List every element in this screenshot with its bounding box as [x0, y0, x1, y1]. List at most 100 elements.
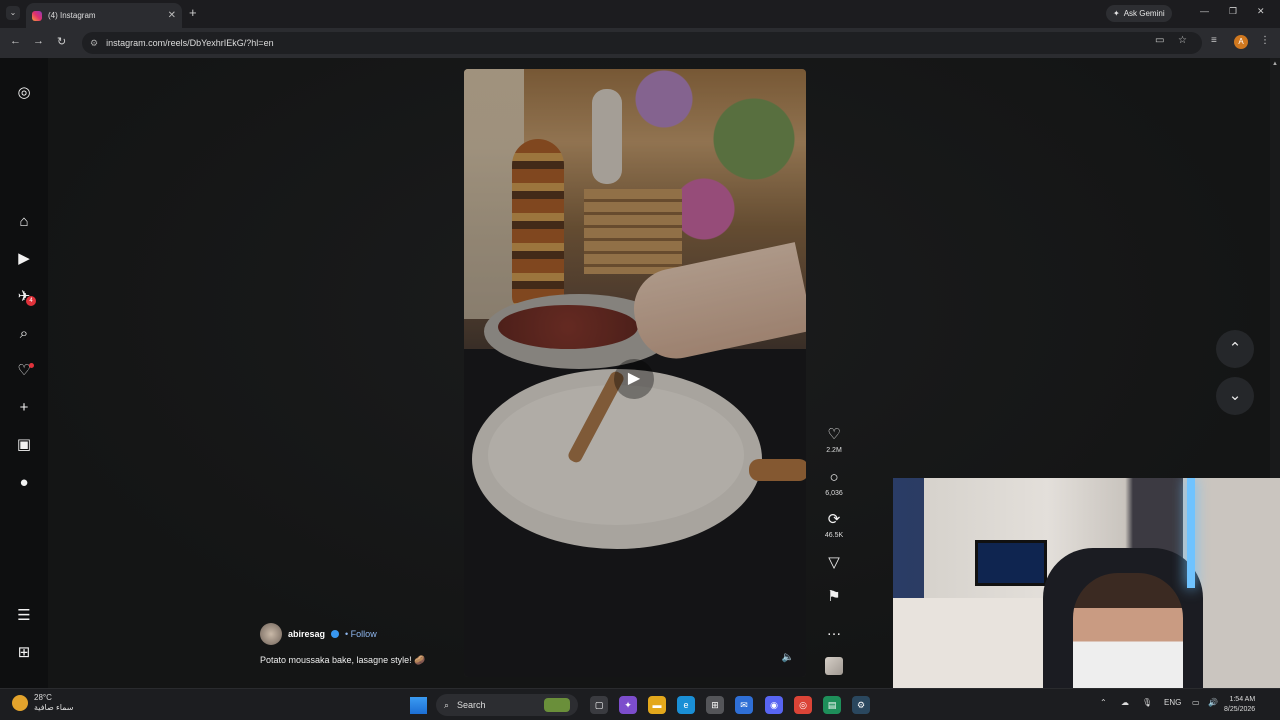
- mail-icon[interactable]: ✉: [735, 696, 753, 714]
- also-from-meta-icon[interactable]: ⊞: [14, 643, 34, 663]
- weather-text: 28°C سماء صافية: [34, 693, 74, 713]
- search-icon[interactable]: ⌕: [14, 324, 34, 344]
- forward-icon[interactable]: →: [33, 35, 44, 47]
- ellipsis-icon: …: [826, 622, 842, 639]
- more-menu-icon[interactable]: ☰: [14, 606, 34, 626]
- webcam-overlay: [893, 478, 1280, 698]
- tab-list-button[interactable]: ⌄: [6, 6, 20, 20]
- author-name[interactable]: abiresag: [288, 629, 325, 639]
- comment-icon: ○: [829, 469, 839, 486]
- weather-moon-icon: [12, 695, 28, 711]
- bookmark-icon: ⚑: [827, 588, 841, 605]
- play-icon[interactable]: ▶: [614, 359, 654, 399]
- webcam-person: [1073, 573, 1183, 698]
- clock-date: 8/25/2026: [1224, 706, 1256, 713]
- more-options-button[interactable]: …: [818, 622, 850, 640]
- window-close-icon[interactable]: ✕: [1257, 6, 1265, 17]
- instagram-favicon-icon: [32, 10, 42, 21]
- audio-thumbnail[interactable]: [825, 657, 843, 675]
- search-icon: ⌕: [444, 699, 450, 710]
- share-button[interactable]: ▽: [818, 554, 850, 572]
- display-icon[interactable]: ▭: [1192, 698, 1200, 707]
- instagram-sidebar: ◎ ⌂ ▶ ✈ 4 ⌕ ♡ + ▣ ● ☰ ⊞: [0, 58, 48, 688]
- url-text: instagram.com/reels/DbYexhrIEkG/?hl=en: [106, 38, 274, 48]
- app-icon[interactable]: ▤: [823, 696, 841, 714]
- instagram-logo-icon[interactable]: ◎: [14, 83, 34, 103]
- activity-dot: [29, 363, 34, 368]
- chrome-icon[interactable]: ◎: [794, 696, 812, 714]
- home-icon[interactable]: ⌂: [14, 212, 34, 232]
- tab-instagram[interactable]: (4) Instagram ✕: [26, 3, 182, 28]
- scroll-up-icon[interactable]: ▲: [1272, 61, 1278, 67]
- ask-gemini-label: Ask Gemini: [1123, 9, 1165, 18]
- weather-widget[interactable]: 28°C سماء صافية: [12, 693, 74, 713]
- task-view-icon[interactable]: ▢: [590, 696, 608, 714]
- reload-icon[interactable]: ↻: [57, 35, 66, 48]
- audio-icon[interactable]: 🔈: [782, 652, 794, 663]
- reel-author: abiresag • Follow: [260, 623, 377, 645]
- back-icon[interactable]: ←: [10, 35, 21, 47]
- tray-overflow-icon[interactable]: ⌃: [1100, 698, 1107, 707]
- comment-button[interactable]: ○ 6,036: [818, 469, 850, 497]
- next-reel-button[interactable]: ⌄: [1216, 377, 1254, 415]
- restore-icon[interactable]: ❐: [1229, 6, 1237, 17]
- address-bar[interactable]: ⚙ instagram.com/reels/DbYexhrIEkG/?hl=en: [82, 32, 1202, 54]
- tab-search-icon[interactable]: ≡: [1211, 35, 1217, 46]
- discord-icon[interactable]: ◉: [765, 696, 783, 714]
- save-button[interactable]: ⚑: [818, 588, 850, 606]
- clock-time: 1:54 AM: [1229, 696, 1256, 703]
- steam-icon[interactable]: ⚙: [852, 696, 870, 714]
- webcam-led-light: [1187, 478, 1195, 588]
- browser-chrome: ⌄ (4) Instagram ✕ + ✦ Ask Gemini — ❐ ✕ ←…: [0, 0, 1280, 58]
- tab-title: (4) Instagram: [48, 11, 96, 20]
- windows-taskbar: 28°C سماء صافية ⌕ Search ▢ ✦ ▬ e ⊞ ✉ ◉ ◎…: [0, 688, 1280, 720]
- weather-description: سماء صافية: [34, 703, 74, 712]
- share-icon: ▽: [828, 554, 840, 571]
- minimize-icon[interactable]: —: [1200, 6, 1209, 16]
- repost-count: 46.5K: [824, 532, 844, 539]
- bookmark-star-icon[interactable]: ☆: [1178, 35, 1187, 46]
- comment-count: 6,036: [825, 490, 843, 497]
- install-app-icon[interactable]: ▭: [1155, 35, 1164, 46]
- taskbar-clock[interactable]: 1:54 AM 8/25/2026: [1224, 695, 1255, 715]
- like-count: 2.2M: [826, 447, 842, 454]
- site-info-icon[interactable]: ⚙: [90, 38, 98, 49]
- repost-button[interactable]: ⟳ 46.5K: [818, 511, 850, 539]
- heart-outline-icon: ♡: [827, 426, 841, 443]
- profile-icon[interactable]: ●: [14, 473, 34, 493]
- reel-video[interactable]: ▶ 🔈: [464, 69, 806, 677]
- microphone-icon[interactable]: 🎙: [1142, 698, 1152, 707]
- create-icon[interactable]: +: [14, 398, 34, 418]
- copilot-icon[interactable]: ✦: [619, 696, 637, 714]
- verified-badge-icon: [331, 630, 340, 638]
- network-icon[interactable]: ☁: [1121, 698, 1129, 707]
- volume-icon[interactable]: 🔊: [1208, 698, 1218, 707]
- taskbar-search-placeholder: Search: [457, 700, 486, 710]
- windows-start-icon[interactable]: [410, 697, 427, 714]
- follow-button[interactable]: • Follow: [345, 629, 377, 639]
- taskbar-search[interactable]: ⌕ Search: [436, 694, 578, 716]
- tab-close-icon[interactable]: ✕: [168, 10, 176, 21]
- temperature: 28°C: [34, 693, 52, 702]
- webcam-tv: [975, 540, 1047, 586]
- repost-icon: ⟳: [827, 511, 841, 528]
- reel-caption[interactable]: Potato moussaka bake, lasagne style! 🥔: [260, 655, 425, 666]
- browser-toolbar: ← → ↻ ⚙ instagram.com/reels/DbYexhrIEkG/…: [0, 28, 1280, 58]
- author-avatar[interactable]: [260, 623, 282, 645]
- previous-reel-button[interactable]: ⌃: [1216, 330, 1254, 368]
- file-explorer-icon[interactable]: ▬: [648, 696, 666, 714]
- ask-gemini-button[interactable]: ✦ Ask Gemini: [1106, 5, 1172, 22]
- search-highlight-icon: [544, 698, 570, 712]
- dashboard-icon[interactable]: ▣: [14, 435, 34, 455]
- like-button[interactable]: ♡ 2.2M: [818, 426, 850, 454]
- notifications-badge: 4: [26, 296, 36, 306]
- edge-icon[interactable]: e: [677, 696, 695, 714]
- store-icon[interactable]: ⊞: [706, 696, 724, 714]
- menu-icon[interactable]: ⋮: [1260, 35, 1270, 46]
- new-tab-button[interactable]: +: [189, 5, 197, 20]
- gemini-sparkle-icon: ✦: [1113, 9, 1120, 18]
- reels-icon[interactable]: ▶: [14, 249, 34, 269]
- language-indicator[interactable]: ENG: [1164, 698, 1181, 707]
- tab-strip: ⌄ (4) Instagram ✕ + ✦ Ask Gemini — ❐ ✕: [0, 0, 1280, 28]
- profile-avatar[interactable]: A: [1234, 35, 1248, 49]
